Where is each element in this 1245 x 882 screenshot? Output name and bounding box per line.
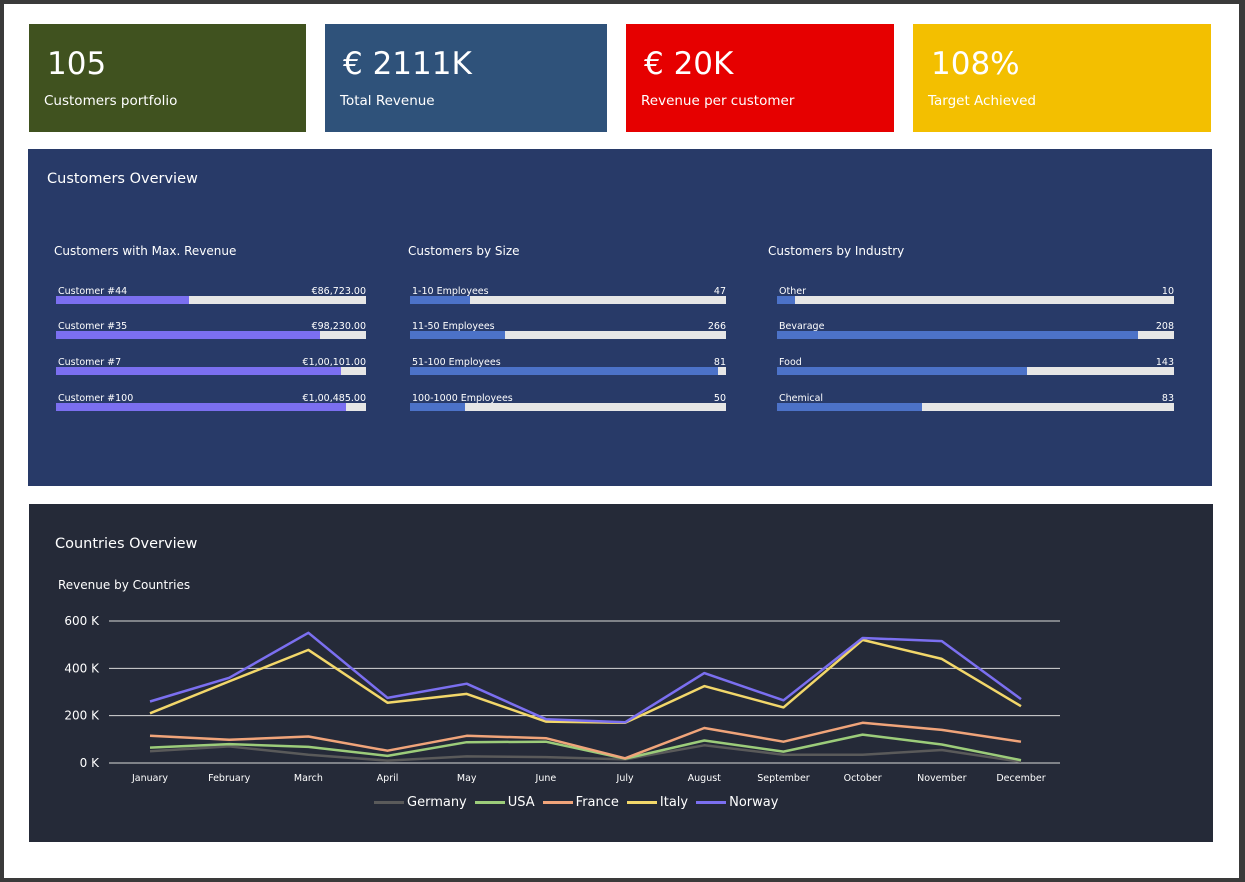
kpi-label: Target Achieved: [928, 93, 1036, 109]
bar-fill: [56, 367, 342, 375]
x-tick-label: May: [457, 773, 477, 784]
x-tick-label: October: [844, 773, 882, 784]
bar-track: [56, 367, 366, 375]
x-tick-label: June: [535, 773, 557, 784]
kpi-value: 105: [47, 46, 107, 82]
kpi-label: Customers portfolio: [44, 93, 178, 109]
legend-item[interactable]: Germany: [374, 795, 467, 810]
kpi-card-total-revenue: € 2111K Total Revenue: [325, 24, 607, 132]
series-line-italy: [149, 638, 1022, 725]
bar-fill: [410, 331, 505, 339]
legend-item[interactable]: France: [542, 795, 619, 810]
legend-label: Germany: [407, 795, 467, 810]
bar-track: [777, 296, 1174, 304]
bar-fill: [56, 296, 190, 304]
bar-fill: [56, 331, 320, 339]
bar-row: Chemical 83: [777, 393, 1174, 417]
y-tick-label: 400 K: [64, 661, 100, 675]
kpi-value: € 2111K: [343, 46, 472, 82]
legend-swatch: [542, 801, 573, 804]
kpi-card-target-achieved: 108% Target Achieved: [913, 24, 1211, 132]
bar-row: Customer #44 €86,723.00: [56, 286, 366, 310]
y-tick-label: 200 K: [64, 709, 100, 723]
legend-label: USA: [507, 795, 535, 810]
x-tick-label: December: [996, 773, 1045, 784]
bar-track: [410, 367, 726, 375]
bar-track: [777, 331, 1174, 339]
max-revenue-title: Customers with Max. Revenue: [54, 244, 237, 258]
kpi-value: € 20K: [644, 46, 734, 82]
x-tick-label: July: [616, 773, 634, 784]
bar-row: Customer #35 €98,230.00: [56, 321, 366, 345]
bar-track: [410, 296, 726, 304]
revenue-line-chart: 0 K 200 K 400 K 600 K January February March Ap…: [64, 614, 1060, 784]
bar-row: 100-1000 Employees 50: [410, 393, 726, 417]
bar-track: [56, 403, 366, 411]
bar-track: [410, 331, 726, 339]
customers-overview-panel: Customers Overview Customers with Max. R…: [28, 149, 1212, 486]
panel-title: Customers Overview: [47, 171, 198, 187]
bar-track: [56, 331, 366, 339]
bar-row: Other 10: [777, 286, 1174, 310]
bar-fill: [56, 403, 346, 411]
legend-swatch: [374, 801, 404, 804]
bar-fill: [410, 403, 466, 411]
chart-legend: Germany USA France Italy Norway: [374, 795, 786, 810]
x-tick-label: November: [917, 773, 967, 784]
x-tick-label: January: [131, 773, 168, 784]
legend-swatch: [626, 801, 657, 804]
legend-label: Italy: [659, 795, 689, 810]
bar-fill: [410, 296, 471, 304]
x-tick-label: March: [294, 773, 323, 784]
bar-fill: [777, 403, 922, 411]
bar-track: [410, 403, 726, 411]
legend-label: Norway: [729, 795, 779, 810]
bar-row: 51-100 Employees 81: [410, 357, 726, 381]
bar-fill: [777, 296, 795, 304]
legend-label: France: [575, 795, 619, 810]
x-tick-label: August: [688, 773, 722, 784]
x-tick-label: February: [208, 773, 250, 784]
dashboard-frame: 105 Customers portfolio € 2111K Total Re…: [4, 4, 1239, 878]
bar-row: Food 143: [777, 357, 1174, 381]
bar-row: Customer #100 €1,00,485.00: [56, 393, 366, 417]
kpi-label: Revenue per customer: [641, 93, 795, 109]
bar-row: Bevarage 208: [777, 321, 1174, 345]
legend-item[interactable]: USA: [474, 795, 535, 810]
by-industry-title: Customers by Industry: [768, 244, 905, 258]
bar-track: [777, 367, 1174, 375]
bar-row: Customer #7 €1,00,101.00: [56, 357, 366, 381]
bar-track: [56, 296, 366, 304]
by-size-title: Customers by Size: [408, 244, 520, 258]
kpi-card-customers: 105 Customers portfolio: [29, 24, 306, 132]
bar-row: 11-50 Employees 266: [410, 321, 726, 345]
x-tick-label: September: [757, 773, 810, 784]
x-tick-label: April: [377, 773, 399, 784]
countries-overview-panel: Countries Overview Revenue by Countries …: [29, 504, 1213, 842]
bar-track: [777, 403, 1174, 411]
y-tick-label: 600 K: [64, 614, 100, 628]
bar-row: 1-10 Employees 47: [410, 286, 726, 310]
bar-fill: [777, 331, 1139, 339]
bar-fill: [410, 367, 719, 375]
legend-item[interactable]: Norway: [696, 795, 778, 810]
legend-swatch: [474, 801, 505, 804]
y-tick-label: 0 K: [80, 756, 100, 770]
kpi-label: Total Revenue: [340, 93, 435, 109]
legend-item[interactable]: Italy: [626, 795, 689, 810]
legend-swatch: [696, 801, 727, 804]
bar-fill: [777, 367, 1028, 375]
kpi-card-revenue-per-customer: € 20K Revenue per customer: [626, 24, 894, 132]
kpi-value: 108%: [931, 46, 1020, 82]
